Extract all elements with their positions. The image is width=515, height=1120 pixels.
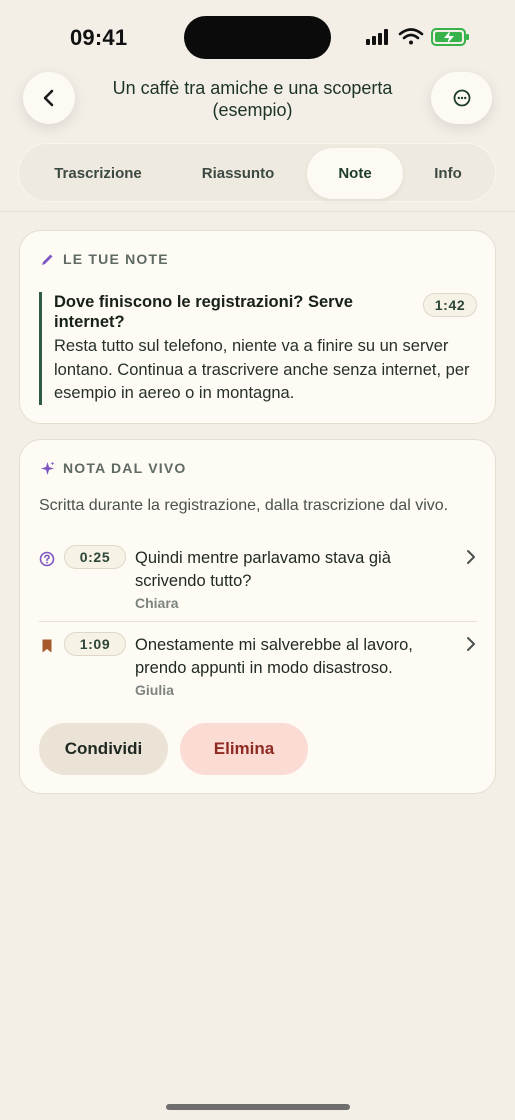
your-notes-card: LE TUE NOTE Dove finiscono le registrazi… (19, 230, 496, 424)
chevron-right-icon (467, 637, 475, 651)
section-label: NOTA DAL VIVO (63, 460, 187, 476)
live-note-card: NOTA DAL VIVO Scritta durante la registr… (19, 439, 496, 794)
row-timestamp[interactable]: 0:25 (64, 545, 126, 569)
page-title: Un caffè tra amiche e una scoperta (esem… (112, 78, 393, 120)
section-label: LE TUE NOTE (63, 251, 169, 267)
row-speaker: Chiara (135, 595, 179, 611)
cellular-signal-icon (366, 29, 388, 45)
back-button[interactable] (23, 72, 75, 124)
note-item[interactable]: Dove finiscono le registrazioni? Serve i… (39, 292, 479, 405)
bookmark-icon (42, 639, 52, 653)
ellipsis-circle-icon (453, 89, 470, 107)
live-note-description: Scritta durante la registrazione, dalla … (39, 497, 449, 514)
wifi-icon (398, 28, 424, 45)
status-icons (364, 26, 474, 50)
chevron-left-icon (43, 89, 54, 107)
row-timestamp[interactable]: 1:09 (64, 632, 126, 656)
question-circle-icon (39, 551, 55, 567)
tab-note[interactable]: Note (307, 148, 403, 199)
your-notes-header: LE TUE NOTE (40, 251, 169, 267)
screen: 09:41 Un caffè tra amiche e una scoperta… (0, 0, 515, 1120)
live-note-header: NOTA DAL VIVO (40, 460, 186, 476)
row-text: Quindi mentre parlavamo stava già scrive… (135, 549, 391, 590)
note-body: Resta tutto sul telefono, niente va a fi… (54, 337, 470, 402)
note-timestamp[interactable]: 1:42 (423, 293, 477, 317)
row-text: Onestamente mi salverebbe al lavoro, pre… (135, 636, 413, 677)
live-note-row[interactable]: 1:09 Onestamente mi salverebbe al lavoro… (39, 632, 477, 702)
sparkle-icon (41, 461, 55, 475)
tab-riassunto[interactable]: Riassunto (165, 148, 311, 199)
note-title: Dove finiscono le registrazioni? Serve i… (54, 293, 353, 331)
live-note-row[interactable]: 0:25 Quindi mentre parlavamo stava già s… (39, 545, 477, 615)
chevron-right-icon (467, 550, 475, 564)
header-divider (0, 211, 515, 212)
tab-bar: Trascrizione Riassunto Note Info (18, 143, 496, 202)
tab-trascrizione[interactable]: Trascrizione (23, 148, 173, 199)
home-indicator[interactable] (166, 1104, 350, 1110)
row-divider (39, 621, 477, 622)
delete-button[interactable]: Elimina (180, 723, 308, 775)
more-options-button[interactable] (431, 72, 492, 124)
tab-info[interactable]: Info (403, 148, 493, 199)
status-time: 09:41 (70, 25, 128, 50)
pencil-icon (42, 254, 53, 265)
dynamic-island (184, 16, 331, 59)
share-button[interactable]: Condividi (39, 723, 168, 775)
row-speaker: Giulia (135, 682, 174, 698)
battery-charging-icon (431, 28, 469, 46)
